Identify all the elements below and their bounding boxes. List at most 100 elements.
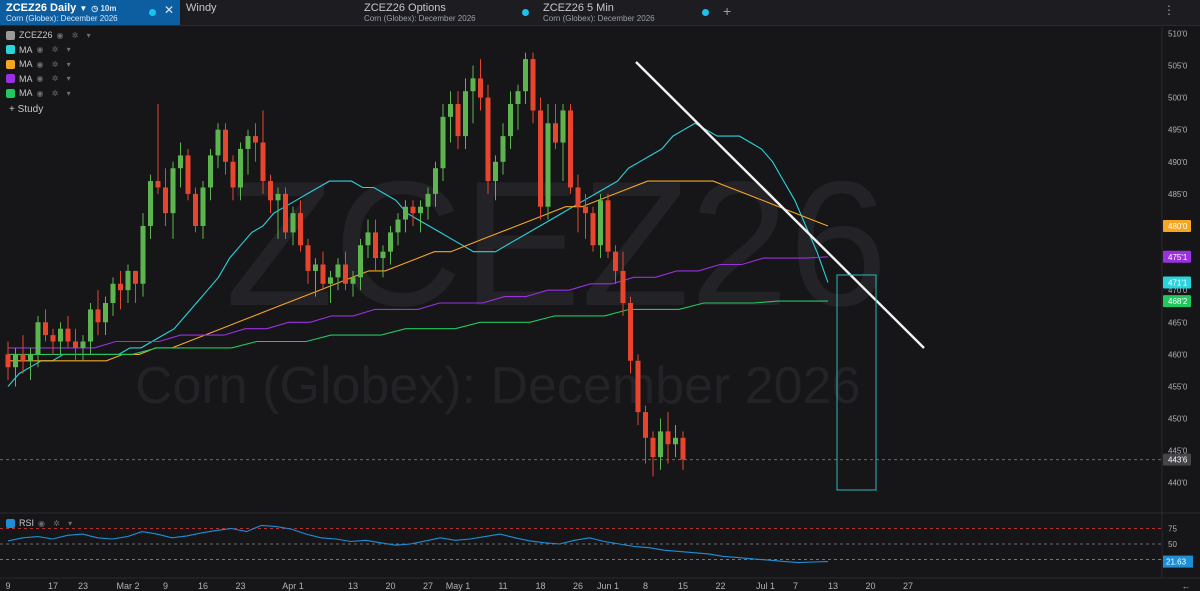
candle-body — [680, 437, 686, 460]
candle — [43, 309, 48, 342]
price-tick-label: 490'0 — [1168, 158, 1188, 167]
candle-body — [343, 264, 348, 284]
time-tick-label: 20 — [385, 581, 395, 591]
legend-item[interactable]: MA ◉ ✲ ▾ — [6, 57, 94, 72]
legend-swatch — [6, 59, 15, 69]
eye-icon[interactable]: ◉ ✲ ▾ — [38, 519, 75, 528]
legend-label: ZCEZ26 — [19, 30, 53, 41]
candle — [80, 335, 86, 361]
legend-item[interactable]: MA ◉ ✲ ▾ — [6, 86, 94, 101]
time-tick-label: 27 — [903, 581, 913, 591]
candle — [478, 59, 483, 111]
candle-body — [20, 354, 26, 361]
candle-body — [523, 59, 528, 92]
eye-icon[interactable]: ◉ ✲ ▾ — [37, 60, 74, 69]
candle-body — [628, 303, 633, 361]
time-tick-label: 11 — [498, 581, 507, 591]
candle-body — [635, 360, 641, 413]
legend-swatch — [6, 45, 15, 55]
candle-body — [328, 277, 333, 284]
candle-body — [260, 142, 266, 182]
candle-body — [178, 155, 183, 169]
candle — [470, 65, 476, 124]
candle — [20, 335, 26, 374]
price-chart[interactable]: ZCEZ26 Corn (Globex): December 2026 510'0 5… — [0, 0, 1200, 591]
candle-body — [643, 412, 648, 438]
price-tick-label: 485'0 — [1168, 190, 1188, 199]
legend-item[interactable]: MA ◉ ✲ ▾ — [6, 72, 94, 87]
candle-body — [58, 328, 63, 342]
time-tick-label: 9 — [163, 581, 168, 591]
candle-body — [485, 97, 491, 182]
price-label-text: 443'6 — [1168, 456, 1188, 465]
eye-icon[interactable]: ◉ ✲ ▾ — [37, 74, 74, 83]
candle — [65, 315, 71, 348]
candle — [118, 270, 123, 310]
candle-body — [508, 104, 513, 137]
candle — [463, 78, 468, 149]
candle-body — [208, 155, 213, 188]
price-label-text: 480'0 — [1168, 222, 1188, 231]
candle-body — [80, 341, 86, 348]
candle-body — [568, 110, 573, 188]
watermark-symbol: ZCEZ26 — [225, 144, 888, 343]
time-tick-label: 26 — [573, 581, 583, 591]
time-tick-label: 22 — [715, 581, 725, 591]
rsi-level-label: 75 — [1168, 525, 1177, 534]
price-tick-label: 440'0 — [1168, 479, 1188, 488]
candle — [140, 213, 146, 297]
candle-body — [88, 309, 93, 342]
candle-body — [470, 78, 476, 92]
price-tick-label: 465'0 — [1168, 318, 1188, 327]
time-tick-label: 18 — [535, 581, 545, 591]
time-tick-label: Jul 1 — [756, 581, 775, 591]
candle-body — [185, 155, 191, 194]
legend-item[interactable]: ZCEZ26 ◉ ✲ ▾ — [6, 28, 94, 43]
rsi-last-label: 21.63 — [1166, 558, 1187, 567]
candle — [103, 296, 108, 336]
candle — [658, 418, 663, 470]
candle — [28, 347, 33, 381]
candle-body — [380, 251, 386, 259]
watermark-name: Corn (Globex): December 2026 — [135, 357, 860, 415]
legend-item[interactable]: MA ◉ ✲ ▾ — [6, 43, 94, 58]
candle-body — [455, 104, 461, 137]
price-tick-label: 505'0 — [1168, 62, 1188, 71]
candle — [5, 341, 11, 381]
eye-icon[interactable]: ◉ ✲ ▾ — [37, 89, 74, 98]
legend-label: MA — [19, 59, 33, 70]
candle — [455, 91, 461, 149]
candle — [163, 168, 168, 226]
price-tick-label: 455'0 — [1168, 382, 1188, 391]
candle — [200, 181, 206, 239]
price-tick-label: 510'0 — [1168, 29, 1188, 38]
candle-body — [43, 322, 48, 336]
candle-body — [350, 277, 356, 284]
eye-icon[interactable]: ◉ ✲ ▾ — [37, 45, 74, 54]
candle-body — [313, 264, 318, 271]
candle — [215, 123, 221, 169]
candle-body — [403, 206, 408, 220]
candle — [208, 148, 213, 201]
candle-body — [320, 264, 326, 284]
candle — [553, 104, 558, 149]
candle — [155, 104, 161, 194]
time-tick-label: 17 — [48, 581, 58, 591]
candle-body — [365, 232, 371, 246]
candle-body — [373, 232, 378, 259]
candle-body — [118, 283, 123, 291]
candle-body — [65, 328, 71, 342]
candle — [650, 431, 656, 477]
candle-body — [425, 193, 431, 207]
candle-body — [493, 161, 498, 182]
candle-body — [50, 335, 56, 342]
rsi-legend[interactable]: RSI ◉ ✲ ▾ — [6, 518, 75, 528]
add-study-button[interactable]: + Study — [9, 104, 43, 115]
candle-body — [463, 91, 468, 137]
candle-body — [500, 136, 506, 162]
legend-swatch — [6, 518, 15, 528]
candle — [448, 91, 453, 143]
eye-icon[interactable]: ◉ ✲ ▾ — [57, 31, 94, 40]
candle-body — [215, 129, 221, 156]
scroll-right-icon[interactable]: ← — [1182, 581, 1191, 591]
